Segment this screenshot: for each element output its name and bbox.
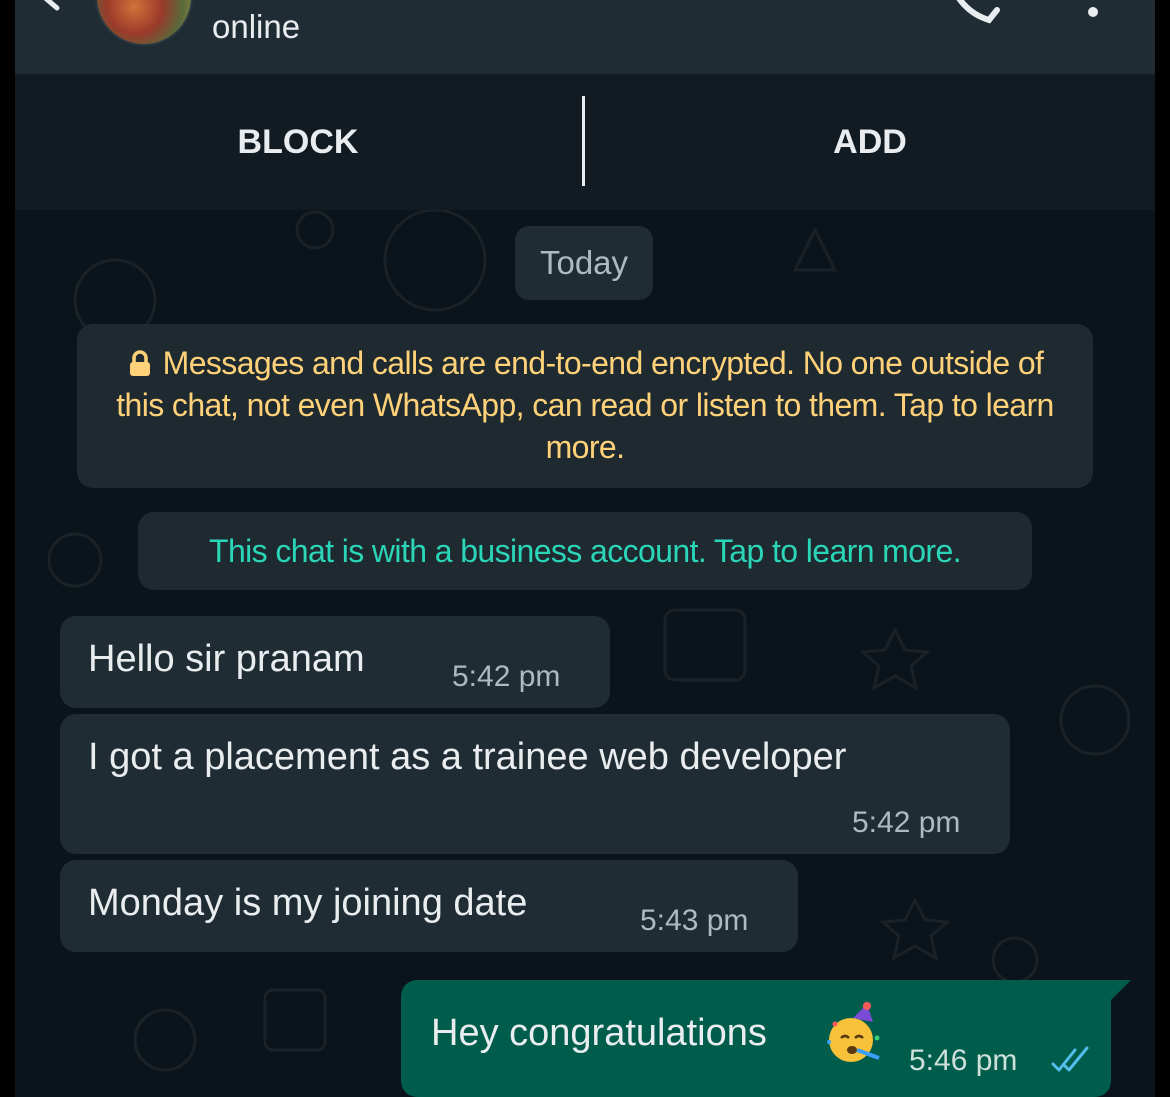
chat-header: online — [15, 0, 1155, 74]
contact-status: online — [212, 8, 301, 45]
message-text: Hey congratulations — [431, 1012, 767, 1054]
more-vertical-icon[interactable] — [1081, 0, 1105, 26]
partying-face-icon — [827, 1002, 880, 1062]
message-time: 5:46 pm — [909, 1044, 1018, 1077]
message-time: 5:42 pm — [452, 660, 561, 693]
double-check-icon — [1051, 1046, 1089, 1072]
message-time: 5:43 pm — [640, 904, 749, 937]
unknown-contact-action-bar: BLOCK ADD — [15, 74, 1155, 210]
outgoing-bubble-tail — [1109, 980, 1131, 1002]
phone-icon[interactable] — [945, 0, 1005, 30]
message-bubble-incoming[interactable]: I got a placement as a trainee web devel… — [60, 714, 1010, 854]
date-separator: Today — [515, 226, 653, 300]
business-account-notice[interactable]: This chat is with a business account. Ta… — [138, 512, 1032, 590]
add-contact-button[interactable]: ADD — [670, 112, 1070, 172]
encryption-notice[interactable]: Messages and calls are end-to-end encryp… — [77, 324, 1093, 488]
encryption-notice-text: Messages and calls are end-to-end encryp… — [116, 345, 1054, 465]
message-time: 5:42 pm — [852, 806, 961, 839]
action-divider — [582, 96, 585, 186]
contact-avatar[interactable] — [95, 0, 193, 46]
message-text: Hello sir pranam — [88, 638, 365, 680]
message-bubble-incoming[interactable]: Hello sir pranam 5:42 pm — [60, 616, 610, 708]
screen-frame-right — [1155, 0, 1170, 1097]
message-bubble-incoming[interactable]: Monday is my joining date 5:43 pm — [60, 860, 798, 952]
message-bubble-outgoing[interactable]: Hey congratulations 5:46 pm — [401, 980, 1111, 1097]
chat-screen: online BLOCK ADD Today Messages and call… — [15, 0, 1155, 1097]
message-text: I got a placement as a trainee web devel… — [88, 736, 847, 778]
arrow-left-icon[interactable] — [35, 0, 85, 26]
screen-frame-left — [0, 0, 15, 1097]
block-button[interactable]: BLOCK — [98, 112, 498, 172]
message-text: Monday is my joining date — [88, 882, 528, 924]
lock-icon — [129, 350, 150, 376]
business-notice-text: This chat is with a business account. Ta… — [209, 532, 962, 569]
